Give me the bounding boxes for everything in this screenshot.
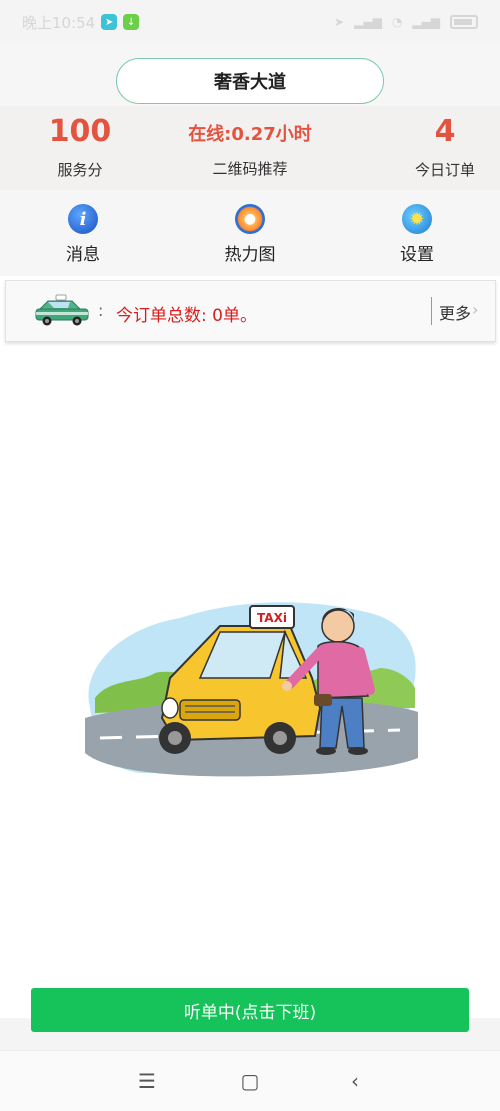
qr-recommend-label: 二维码推荐 (212, 160, 288, 178)
notice-colon: : (98, 301, 104, 320)
taxi-sign-text: TAXi (257, 611, 287, 625)
menu-item-settings-label: 设置 (400, 245, 434, 265)
today-orders[interactable]: 4 今日订单 (365, 106, 500, 180)
notice-text: 今订单总数: 0单。 (116, 306, 257, 326)
clock: 晚上10:54 (22, 13, 96, 32)
service-score[interactable]: 100 服务分 (0, 106, 160, 180)
menu-item-settings[interactable]: ✹ 设置 (357, 204, 477, 265)
battery-icon (450, 15, 478, 29)
order-notice-bar[interactable]: : 今订单总数: 0单。 更多 › (5, 280, 496, 342)
online-time-value: 在线:0.27小时 (188, 124, 312, 145)
online-time[interactable]: 在线:0.27小时 二维码推荐 (170, 106, 330, 179)
taxi-icon (35, 294, 89, 326)
status-right: ➤ ▂▄▆ ◔ ▂▄▆ (334, 15, 478, 29)
today-orders-value: 4 (434, 114, 456, 149)
menu-item-messages-label: 消息 (66, 245, 100, 265)
menu-item-messages[interactable]: i 消息 (23, 204, 143, 265)
menu-item-heatmap-label: 热力图 (224, 245, 276, 265)
menu-icon[interactable]: ☰ (132, 1069, 162, 1093)
quick-menu: i 消息 ● 热力图 ✹ 设置 (0, 190, 500, 276)
more-link[interactable]: 更多 (439, 300, 471, 324)
signal-icon: ▂▄▆ (354, 15, 382, 29)
location-arrow-icon: ➤ (334, 15, 345, 29)
listening-toggle-button[interactable]: 听单中(点击下班) (31, 988, 469, 1032)
notice-divider (431, 297, 432, 325)
info-icon: i (68, 204, 98, 234)
menu-item-heatmap[interactable]: ● 热力图 (190, 204, 310, 265)
navigation-app-icon: ➤ (101, 14, 118, 30)
header: 奢香大道 (0, 44, 500, 106)
status-bar: 晚上10:54 ➤ ↓ ➤ ▂▄▆ ◔ ▂▄▆ (0, 0, 500, 44)
stats-panel: 100 服务分 在线:0.27小时 二维码推荐 4 今日订单 (0, 106, 500, 190)
today-orders-label: 今日订单 (414, 161, 475, 179)
location-button[interactable]: 奢香大道 (116, 58, 384, 104)
taxi-driver-illustration: TAXi (85, 602, 418, 777)
system-nav-bar: ☰ ▢ ‹ (0, 1050, 500, 1111)
home-icon[interactable]: ▢ (235, 1069, 265, 1093)
service-score-value: 100 (48, 114, 112, 149)
signal-icon-2: ▂▄▆ (412, 15, 440, 29)
heatmap-icon: ● (235, 204, 265, 234)
download-app-icon: ↓ (123, 14, 140, 30)
chevron-right-icon: › (472, 300, 479, 319)
status-left: 晚上10:54 ➤ ↓ (22, 12, 140, 33)
service-score-label: 服务分 (57, 161, 103, 179)
wifi-icon: ◔ (391, 15, 403, 29)
back-icon[interactable]: ‹ (340, 1069, 370, 1093)
settings-icon: ✹ (402, 204, 432, 234)
